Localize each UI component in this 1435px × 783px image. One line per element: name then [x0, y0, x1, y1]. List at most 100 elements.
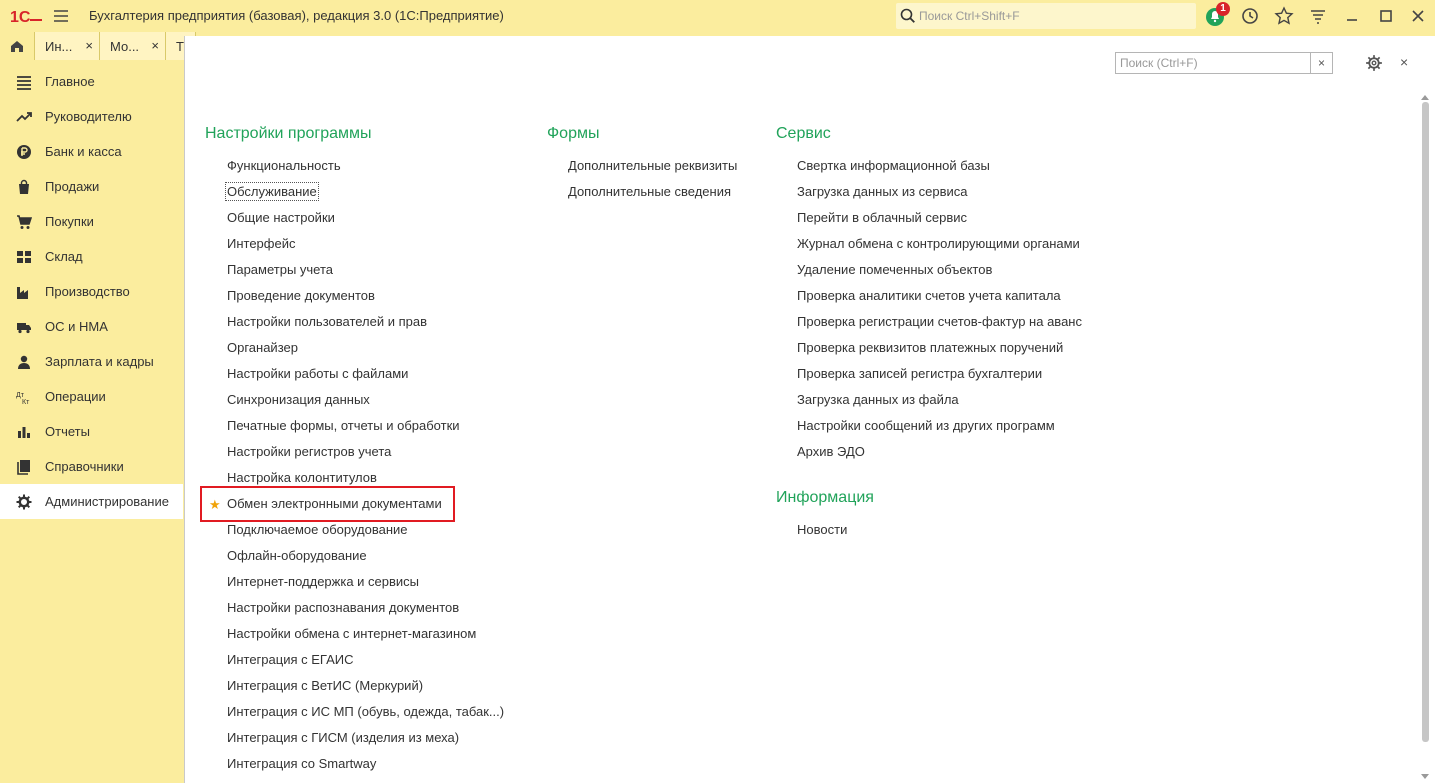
- link-service-8[interactable]: Проверка записей регистра бухгалтерии: [797, 366, 1042, 381]
- sidebar-item-label: Покупки: [45, 214, 94, 229]
- sidebar-item-label: Банк и касса: [45, 144, 122, 159]
- link-settings-16[interactable]: Интернет-поддержка и сервисы: [227, 574, 419, 589]
- link-service-7[interactable]: Проверка реквизитов платежных поручений: [797, 340, 1063, 355]
- link-settings-12[interactable]: Настройка колонтитулов: [227, 470, 377, 485]
- link-settings-22[interactable]: Интеграция с ГИСМ (изделия из меха): [227, 730, 459, 745]
- sidebar-item-salary[interactable]: Зарплата и кадры: [0, 344, 183, 379]
- tab-label: Мо...: [110, 39, 140, 54]
- link-service-9[interactable]: Загрузка данных из файла: [797, 392, 959, 407]
- search-icon: [900, 8, 915, 23]
- sidebar-item-label: Продажи: [45, 179, 100, 194]
- 1c-logo: 1С: [10, 9, 42, 26]
- link-service-5[interactable]: Проверка аналитики счетов учета капитала: [797, 288, 1061, 303]
- bag-icon: [19, 179, 29, 194]
- sidebar-item-label: Руководителю: [45, 109, 132, 124]
- app-title: Бухгалтерия предприятия (базовая), редак…: [89, 8, 504, 23]
- person-icon: [18, 355, 30, 369]
- sidebar-item-label: Склад: [45, 249, 83, 264]
- link-forms-0[interactable]: Дополнительные реквизиты: [568, 158, 737, 173]
- tab-label: Ин...: [45, 39, 73, 54]
- sidebar-item-bank[interactable]: Банк и касса: [0, 134, 183, 169]
- link-settings-2[interactable]: Общие настройки: [227, 210, 335, 225]
- sidebar-item-administration[interactable]: Администрирование: [0, 484, 183, 519]
- link-service-6[interactable]: Проверка регистрации счетов-фактур на ав…: [797, 314, 1082, 329]
- link-settings-17[interactable]: Настройки распознавания документов: [227, 600, 459, 615]
- link-settings-14[interactable]: Подключаемое оборудование: [227, 522, 408, 537]
- trend-icon: [16, 112, 32, 122]
- administration-panel: × × Настройки программы Функциональность…: [184, 36, 1435, 783]
- link-settings-6[interactable]: Настройки пользователей и прав: [227, 314, 427, 329]
- sidebar-item-fixed-assets[interactable]: ОС и НМА: [0, 309, 183, 344]
- link-forms-1[interactable]: Дополнительные сведения: [568, 184, 731, 199]
- section-title-settings: Настройки программы: [205, 125, 372, 142]
- search-clear-button[interactable]: ×: [1310, 53, 1332, 73]
- sidebar-item-warehouse[interactable]: Склад: [0, 239, 183, 274]
- scroll-up-icon[interactable]: [1421, 94, 1429, 100]
- dt-kt-icon: ДтКт: [16, 392, 30, 405]
- warehouse-icon: [17, 251, 31, 263]
- link-settings-19[interactable]: Интеграция с ЕГАИС: [227, 652, 353, 667]
- vertical-scrollbar[interactable]: [1420, 94, 1430, 782]
- history-icon[interactable]: [1240, 6, 1260, 26]
- svg-text:Кт: Кт: [22, 399, 30, 405]
- panel-search-input[interactable]: [1116, 53, 1320, 73]
- sidebar-item-manager[interactable]: Руководителю: [0, 99, 183, 134]
- link-settings-20[interactable]: Интеграция с ВетИС (Меркурий): [227, 678, 423, 693]
- link-settings-23[interactable]: Интеграция со Smartway: [227, 756, 376, 771]
- tab-close-button[interactable]: ×: [151, 38, 159, 53]
- link-service-10[interactable]: Настройки сообщений из других программ: [797, 418, 1055, 433]
- list-icon: [17, 76, 31, 90]
- link-settings-9[interactable]: Синхронизация данных: [227, 392, 370, 407]
- link-settings-3[interactable]: Интерфейс: [227, 236, 295, 251]
- home-tab[interactable]: [0, 32, 35, 60]
- link-settings-8[interactable]: Настройки работы с файлами: [227, 366, 408, 381]
- link-settings-10[interactable]: Печатные формы, отчеты и обработки: [227, 418, 460, 433]
- sidebar-item-production[interactable]: Производство: [0, 274, 183, 309]
- tab-1[interactable]: Ин... ×: [35, 32, 100, 60]
- sidebar-item-label: Операции: [45, 389, 106, 404]
- close-window-icon[interactable]: [1408, 6, 1428, 26]
- tab-2[interactable]: Мо... ×: [100, 32, 166, 60]
- link-settings-4[interactable]: Параметры учета: [227, 262, 333, 277]
- sidebar-item-purchases[interactable]: Покупки: [0, 204, 183, 239]
- sidebar-item-reports[interactable]: Отчеты: [0, 414, 183, 449]
- link-service-0[interactable]: Свертка информационной базы: [797, 158, 990, 173]
- tab-label: Т: [176, 39, 184, 54]
- sidebar-item-label: Отчеты: [45, 424, 90, 439]
- favorites-star-icon[interactable]: [1274, 6, 1294, 26]
- maximize-icon[interactable]: [1376, 6, 1396, 26]
- global-search-input[interactable]: Поиск Ctrl+Shift+F: [896, 3, 1196, 29]
- minimize-icon[interactable]: [1342, 6, 1362, 26]
- link-settings-1[interactable]: Обслуживание: [225, 182, 319, 201]
- link-settings-5[interactable]: Проведение документов: [227, 288, 375, 303]
- link-settings-11[interactable]: Настройки регистров учета: [227, 444, 391, 459]
- gear-icon: [16, 494, 32, 510]
- section-title-service: Сервис: [776, 125, 831, 142]
- hamburger-menu-icon[interactable]: [52, 7, 70, 25]
- link-info-0[interactable]: Новости: [797, 522, 847, 537]
- functions-menu-icon[interactable]: [1308, 6, 1328, 26]
- link-settings-0[interactable]: Функциональность: [227, 158, 341, 173]
- panel-search: ×: [1115, 52, 1333, 74]
- sidebar-item-label: Главное: [45, 74, 95, 89]
- link-service-3[interactable]: Журнал обмена с контролирующими органами: [797, 236, 1080, 251]
- link-service-1[interactable]: Загрузка данных из сервиса: [797, 184, 968, 199]
- scroll-down-icon[interactable]: [1421, 774, 1429, 780]
- sidebar-item-sales[interactable]: Продажи: [0, 169, 183, 204]
- link-settings-7[interactable]: Органайзер: [227, 340, 298, 355]
- link-service-11[interactable]: Архив ЭДО: [797, 444, 865, 459]
- link-service-2[interactable]: Перейти в облачный сервис: [797, 210, 967, 225]
- sidebar-item-label: Зарплата и кадры: [45, 354, 154, 369]
- sidebar-item-operations[interactable]: Дт Кт Операции: [0, 379, 183, 414]
- panel-close-button[interactable]: ×: [1400, 54, 1408, 70]
- settings-gear-icon[interactable]: [1365, 54, 1383, 72]
- sidebar-item-main[interactable]: Главное: [0, 64, 183, 99]
- link-service-4[interactable]: Удаление помеченных объектов: [797, 262, 992, 277]
- link-settings-15[interactable]: Офлайн-оборудование: [227, 548, 367, 563]
- scroll-thumb[interactable]: [1422, 102, 1429, 742]
- link-settings-18[interactable]: Настройки обмена с интернет-магазином: [227, 626, 476, 641]
- tab-close-button[interactable]: ×: [85, 38, 93, 53]
- sidebar-item-directories[interactable]: Справочники: [0, 449, 183, 484]
- link-settings-21[interactable]: Интеграция с ИС МП (обувь, одежда, табак…: [227, 704, 504, 719]
- cart-icon: [17, 215, 32, 229]
